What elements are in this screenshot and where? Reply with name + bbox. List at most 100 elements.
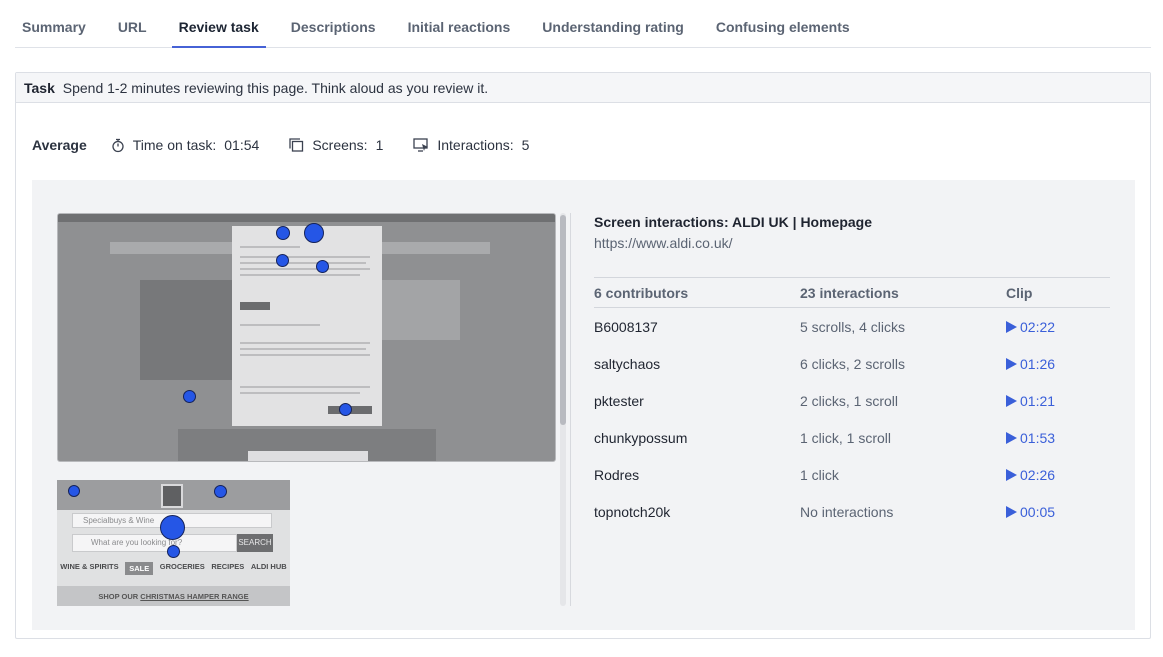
modal-line [240,246,300,248]
clip-link[interactable]: 01:26 [1006,356,1055,372]
play-icon [1006,357,1017,370]
table-row: pktester 2 clicks, 1 scroll 01:21 [594,382,1110,419]
clip-link[interactable]: 01:53 [1006,430,1055,446]
table-row: Rodres 1 click 02:26 [594,456,1110,493]
task-bar: Task Spend 1-2 minutes reviewing this pa… [16,73,1150,103]
modal-line [240,342,370,344]
clip-time: 02:26 [1020,466,1056,483]
mobile-hamper-link: CHRISTMAS HAMPER RANGE [140,592,249,601]
play-icon [1006,505,1017,518]
contributor-interactions: No interactions [800,503,894,520]
contributor-name: Rodres [594,466,640,483]
play-icon [1006,431,1017,444]
task-text: Spend 1-2 minutes reviewing this page. T… [62,80,489,96]
click-dot [339,403,352,416]
screenshot-scrollbar[interactable] [560,213,566,606]
contributors-table: 6 contributors 23 interactions Clip B600… [594,277,1110,530]
average-metrics: Average Time on task: 01:54 Screens: 1 I… [32,137,559,153]
time-on-task-value: 01:54 [224,137,260,153]
clip-link[interactable]: 01:21 [1006,393,1055,409]
play-icon [1006,394,1017,407]
scrollbar-thumb[interactable] [560,215,566,425]
screenshot-cookie-modal [232,226,382,426]
play-icon [1006,468,1017,481]
modal-line [240,348,366,350]
tab-understanding-rating[interactable]: Understanding rating [535,0,691,48]
screens-label: Screens: [312,137,368,153]
contributor-interactions: 1 click [800,466,839,483]
tab-url[interactable]: URL [111,0,154,48]
clip-time: 01:26 [1020,355,1056,372]
mobile-hamper-prefix: SHOP OUR [98,592,141,601]
task-label: Task [24,80,55,96]
clip-time: 01:21 [1020,392,1056,409]
tab-initial-reactions[interactable]: Initial reactions [401,0,518,48]
screen-title: Screen interactions: ALDI UK | Homepage [594,214,873,230]
screen-info: Screen interactions: ALDI UK | Homepage … [594,214,1110,530]
monitor-pointer-icon [413,138,429,152]
review-task-card: Task Spend 1-2 minutes reviewing this pa… [15,72,1151,639]
modal-button [240,302,270,310]
mobile-cat-groceries: GROCERIES [159,562,205,571]
screens-icon [289,138,304,152]
table-row: chunkypossum 1 click, 1 scroll 01:53 [594,419,1110,456]
tab-summary[interactable]: Summary [15,0,93,48]
contributor-interactions: 1 click, 1 scroll [800,429,892,446]
click-dot [316,260,329,273]
contributor-interactions: 5 scrolls, 4 clicks [800,318,906,335]
mobile-cat-aldi-hub: ALDI HUB [250,562,287,571]
screen-interactions-panel: Specialbuys & Wine What are you looking … [32,180,1135,630]
table-row: saltychaos 6 clicks, 2 scrolls 01:26 [594,345,1110,382]
average-label: Average [32,137,87,153]
screenshot-promo [376,280,460,340]
time-on-task-label: Time on task: [132,137,217,153]
click-dot [214,485,227,498]
modal-line [240,386,370,388]
clip-link[interactable]: 02:26 [1006,467,1055,483]
divider [570,213,571,606]
play-icon [1006,320,1017,333]
click-dot [304,223,324,243]
table-row: B6008137 5 scrolls, 4 clicks 02:22 [594,308,1110,345]
mobile-category-nav: WINE & SPIRITS SALE GROCERIES RECIPES AL… [57,562,290,575]
contributor-name: B6008137 [594,318,658,335]
interactions-value: 5 [521,137,530,153]
screen-url[interactable]: https://www.aldi.co.uk/ [594,235,1110,251]
desktop-heatmap-screenshot[interactable] [57,213,556,462]
screenshot-cookie-bar [248,451,368,461]
mobile-cat-wine: WINE & SPIRITS [60,562,119,571]
mobile-search-button: SEARCH [237,534,273,552]
time-on-task-metric: Time on task: 01:54 [111,137,260,153]
contributor-interactions: 2 clicks, 1 scroll [800,392,899,409]
clip-time: 02:22 [1020,318,1056,335]
modal-line [240,268,370,270]
screens-metric: Screens: 1 [289,137,383,153]
clip-link[interactable]: 00:05 [1006,504,1055,520]
click-dot [276,254,289,267]
tab-review-task[interactable]: Review task [171,0,266,48]
mobile-hamper-banner: SHOP OUR CHRISTMAS HAMPER RANGE [57,586,290,606]
table-header: 6 contributors 23 interactions Clip [594,278,1110,308]
interactions-metric: Interactions: 5 [413,137,529,153]
stopwatch-icon [112,138,124,152]
header-interactions: 23 interactions [800,285,899,301]
click-dot [183,390,196,403]
click-dot [167,545,180,558]
screens-value: 1 [375,137,384,153]
mobile-cat-recipes: RECIPES [211,562,245,571]
contributor-name: pktester [594,392,644,409]
mobile-heatmap-screenshot[interactable]: Specialbuys & Wine What are you looking … [57,480,290,606]
screenshot-topbar [58,214,555,222]
click-dot [276,226,290,240]
clip-link[interactable]: 02:22 [1006,319,1055,335]
clip-time: 00:05 [1020,503,1056,520]
tab-descriptions[interactable]: Descriptions [284,0,383,48]
tab-confusing-elements[interactable]: Confusing elements [709,0,857,48]
interactions-label: Interactions: [437,137,514,153]
modal-line [240,324,320,326]
contributor-name: topnotch20k [594,503,671,520]
header-clip: Clip [1006,285,1033,301]
aldi-logo [161,484,183,508]
modal-line [240,262,366,264]
mobile-search-input: What are you looking for? [72,534,237,552]
